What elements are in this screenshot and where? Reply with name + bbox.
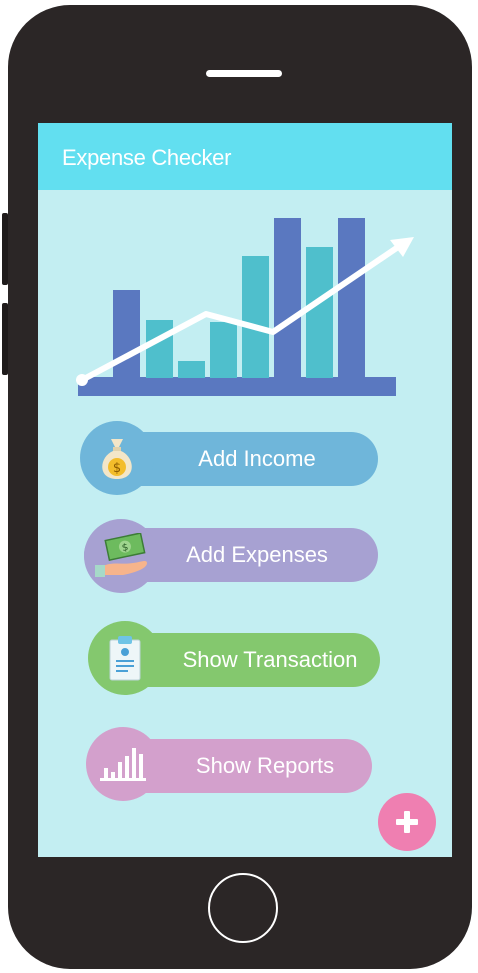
app-title: Expense Checker [62,145,232,170]
home-button[interactable] [208,873,278,943]
app-screen: Expense Checker Add Income $ Add Expense… [38,123,452,857]
add-fab-button[interactable] [378,793,436,851]
hand-cash-icon: $ [84,519,158,593]
volume-up-button [2,213,8,285]
volume-down-button [2,303,8,375]
plus-icon [396,811,418,833]
clipboard-icon [88,621,162,695]
money-bag-icon: $ [80,421,154,495]
bar-chart-icon [86,727,160,801]
speaker-grille [206,70,282,77]
svg-text:$: $ [113,461,121,476]
app-bar: Expense Checker [38,123,452,190]
growth-chart-illustration [76,218,414,396]
